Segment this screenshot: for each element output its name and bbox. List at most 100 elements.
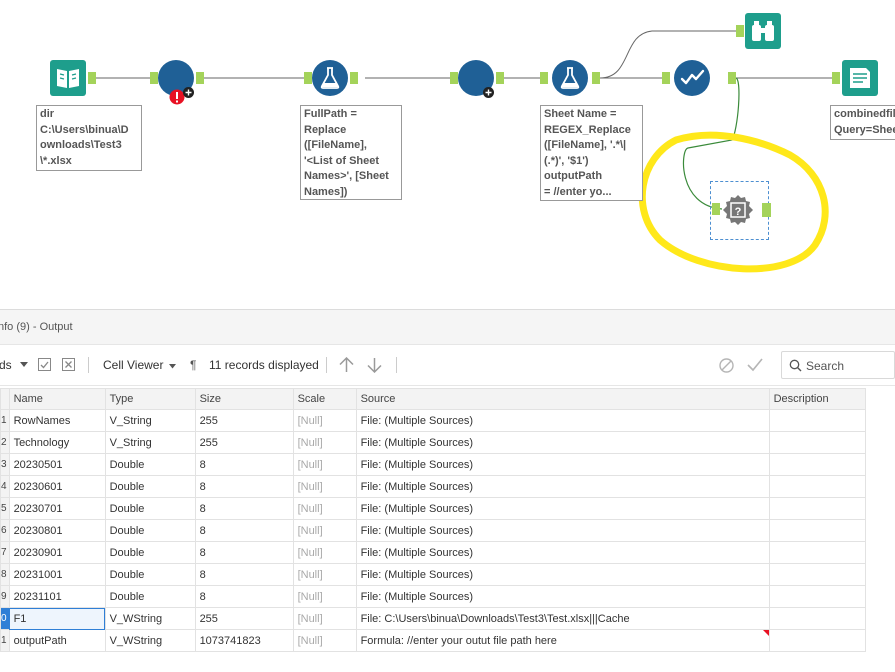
cell-description[interactable]	[768, 409, 866, 432]
cell-type[interactable]: Double	[104, 475, 196, 498]
cell-scale[interactable]: [Null]	[292, 629, 357, 652]
arrow-up-icon[interactable]	[339, 357, 354, 373]
cell-source[interactable]: File: (Multiple Sources)	[355, 585, 770, 608]
table-row[interactable]: 1 RowNames V_String 255 [Null] File: (Multipl…	[0, 409, 866, 432]
cell-description[interactable]	[768, 541, 866, 564]
cell-size[interactable]: 255	[194, 607, 294, 630]
cell-description[interactable]	[768, 497, 866, 520]
cell-scale[interactable]: [Null]	[292, 431, 357, 454]
table-row[interactable]: 8 20231001 Double 8 [Null] File: (Multiple So…	[0, 563, 866, 586]
table-row[interactable]: 2 Technology V_String 255 [Null] File: (Multi…	[0, 431, 866, 454]
cell-description[interactable]	[768, 431, 866, 454]
cell-type[interactable]: Double	[104, 497, 196, 520]
cell-size[interactable]: 8	[194, 585, 294, 608]
column-header-description[interactable]: Description	[768, 388, 866, 410]
cancel-icon[interactable]	[719, 358, 734, 373]
input-anchor[interactable]	[450, 72, 458, 84]
cell-source[interactable]: Formula: //enter your outut file path he…	[355, 629, 770, 652]
cell-source[interactable]: File: (Multiple Sources)	[355, 563, 770, 586]
cell-type[interactable]: Double	[104, 453, 196, 476]
cell-name[interactable]: 20230601	[8, 475, 106, 498]
column-header-source[interactable]: Source	[355, 388, 770, 410]
cell-type[interactable]: V_String	[104, 409, 196, 432]
cell-description[interactable]	[768, 475, 866, 498]
workflow-canvas[interactable]: ? dir C:\Users\binua\D ownloads\Test3 \*…	[0, 0, 895, 309]
cell-scale[interactable]: [Null]	[292, 519, 357, 542]
cell-name[interactable]: RowNames	[8, 409, 106, 432]
table-row[interactable]: 0 F1 V_WString 255 [Null] File: C:\Users\binu…	[0, 607, 866, 630]
checkbox-icon[interactable]	[38, 358, 51, 371]
cell-size[interactable]: 8	[194, 475, 294, 498]
cell-type[interactable]: Double	[104, 585, 196, 608]
formula-tool-1[interactable]	[312, 60, 348, 96]
table-row[interactable]: 7 20230901 Double 8 [Null] File: (Multiple So…	[0, 541, 866, 564]
cell-size[interactable]: 8	[194, 563, 294, 586]
cell-name[interactable]: 20230901	[8, 541, 106, 564]
output-anchor[interactable]	[592, 72, 600, 84]
cell-size[interactable]: 255	[194, 409, 294, 432]
cell-source[interactable]: File: (Multiple Sources)	[355, 541, 770, 564]
pilcrow-icon[interactable]: ¶	[190, 358, 196, 372]
cell-scale[interactable]: [Null]	[292, 497, 357, 520]
directory-tool[interactable]	[50, 60, 86, 96]
cell-scale[interactable]: [Null]	[292, 607, 357, 630]
cell-scale[interactable]: [Null]	[292, 409, 357, 432]
input-anchor[interactable]	[150, 72, 158, 84]
cell-size[interactable]: 8	[194, 453, 294, 476]
cell-scale[interactable]: [Null]	[292, 585, 357, 608]
cell-size[interactable]: 8	[194, 497, 294, 520]
select-tool[interactable]	[674, 60, 710, 96]
cell-name[interactable]: Technology	[8, 431, 106, 454]
table-row[interactable]: 9 20231101 Double 8 [Null] File: (Multiple So…	[0, 585, 866, 608]
formula-tool-2[interactable]	[552, 60, 588, 96]
cell-name[interactable]: 20230501	[8, 453, 106, 476]
clear-checkbox-icon[interactable]	[62, 358, 75, 371]
output-anchor[interactable]	[88, 72, 96, 84]
cell-description[interactable]	[768, 607, 866, 630]
cell-source[interactable]: File: (Multiple Sources)	[355, 409, 770, 432]
cell-description[interactable]	[768, 519, 866, 542]
table-row[interactable]: 3 20230501 Double 8 [Null] File: (Multiple So…	[0, 453, 866, 476]
input-anchor[interactable]	[832, 72, 840, 84]
table-row[interactable]: 4 20230601 Double 8 [Null] File: (Multiple So…	[0, 475, 866, 498]
cell-source[interactable]: File: (Multiple Sources)	[355, 497, 770, 520]
cell-size[interactable]: 8	[194, 541, 294, 564]
input-anchor[interactable]	[736, 25, 744, 37]
output-anchor[interactable]	[196, 72, 204, 84]
table-row[interactable]: 5 20230701 Double 8 [Null] File: (Multiple So…	[0, 497, 866, 520]
column-header-scale[interactable]: Scale	[292, 388, 357, 410]
cell-viewer-dropdown[interactable]: Cell Viewer	[103, 358, 163, 372]
cell-scale[interactable]: [Null]	[292, 541, 357, 564]
cell-size[interactable]: 1073741823	[194, 629, 294, 652]
output-anchor[interactable]	[350, 72, 358, 84]
cell-source[interactable]: File: (Multiple Sources)	[355, 431, 770, 454]
cell-name[interactable]: F1	[8, 607, 106, 630]
cell-name[interactable]: 20231101	[8, 585, 106, 608]
apply-check-icon[interactable]	[747, 357, 763, 372]
cell-scale[interactable]: [Null]	[292, 563, 357, 586]
table-row[interactable]: 1 outputPath V_WString 1073741823 [Null] Form…	[0, 629, 866, 652]
arrow-down-icon[interactable]	[367, 357, 382, 373]
browse-tool[interactable]	[745, 13, 781, 49]
column-header-name[interactable]: Name	[8, 388, 106, 410]
cell-name[interactable]: 20231001	[8, 563, 106, 586]
column-header-size[interactable]: Size	[194, 388, 294, 410]
cell-type[interactable]: V_WString	[104, 629, 196, 652]
cell-source[interactable]: File: (Multiple Sources)	[355, 453, 770, 476]
output-anchor[interactable]	[728, 72, 736, 84]
input-anchor[interactable]	[662, 72, 670, 84]
cell-type[interactable]: Double	[104, 519, 196, 542]
cell-type[interactable]: Double	[104, 563, 196, 586]
cell-source[interactable]: File: (Multiple Sources)	[355, 475, 770, 498]
cell-scale[interactable]: [Null]	[292, 453, 357, 476]
cell-size[interactable]: 255	[194, 431, 294, 454]
chevron-down-icon[interactable]	[169, 364, 176, 369]
output-anchor[interactable]	[496, 72, 504, 84]
chevron-down-icon[interactable]	[20, 362, 28, 368]
cell-scale[interactable]: [Null]	[292, 475, 357, 498]
cell-type[interactable]: V_String	[104, 431, 196, 454]
cell-name[interactable]: outputPath	[8, 629, 106, 652]
output-tool[interactable]	[842, 60, 878, 96]
cell-name[interactable]: 20230801	[8, 519, 106, 542]
unknown-tool[interactable]: ?	[722, 194, 754, 226]
